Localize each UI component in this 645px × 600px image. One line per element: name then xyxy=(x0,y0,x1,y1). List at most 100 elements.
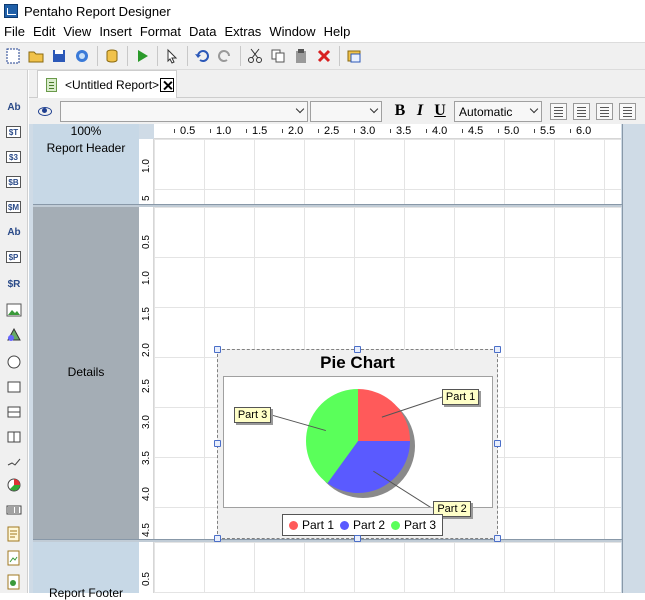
barcode-icon[interactable] xyxy=(4,501,24,519)
cut-icon[interactable] xyxy=(244,46,265,67)
resize-handle[interactable] xyxy=(214,535,221,542)
menu-view[interactable]: View xyxy=(59,22,95,42)
palette-text-field[interactable]: $T xyxy=(6,126,21,138)
italic-button[interactable]: I xyxy=(410,101,430,121)
survey-scale-icon[interactable] xyxy=(4,453,24,471)
palette-date-field[interactable]: $B xyxy=(6,176,21,188)
format-toolbar: B I U Automatic xyxy=(29,98,645,124)
save-icon[interactable] xyxy=(48,46,69,67)
tab-label: <Untitled Report> xyxy=(65,77,160,92)
vertical-ruler-footer: 0.5 xyxy=(139,542,154,593)
chart-plot-area: Part 1 Part 2 Part 3 xyxy=(223,376,493,518)
palette-resource-label[interactable]: Ab xyxy=(4,223,24,241)
ruler-tick-label: 1.5 xyxy=(141,307,152,321)
ruler-tick-label: 0.5 xyxy=(141,572,152,586)
ruler-tick-label: 2.5 xyxy=(324,125,340,137)
resize-handle[interactable] xyxy=(354,535,361,542)
ellipse-icon[interactable] xyxy=(4,353,24,371)
menu-edit[interactable]: Edit xyxy=(29,22,59,42)
legend-swatch xyxy=(391,520,401,530)
color-select[interactable]: Automatic xyxy=(454,100,542,122)
band-label-details[interactable]: Details xyxy=(33,207,139,540)
subreport-chart-icon[interactable] xyxy=(4,573,24,591)
align-center-icon[interactable] xyxy=(573,102,590,120)
slice-label: Part 3 xyxy=(233,406,272,423)
resize-handle[interactable] xyxy=(214,440,221,447)
eye-icon[interactable] xyxy=(38,106,52,116)
resize-handle[interactable] xyxy=(494,440,501,447)
legend-label: Part 3 xyxy=(404,518,437,532)
horizontal-ruler: 0.5 1.0 1.5 2.0 2.5 3.0 3.5 4.0 4.5 5.0 5.5 6.0 xyxy=(154,124,621,139)
ruler-tick-mark xyxy=(318,129,319,133)
resize-handle[interactable] xyxy=(494,535,501,542)
palette-label[interactable]: Ab xyxy=(4,98,24,116)
ruler-tick-label: 2.5 xyxy=(141,379,152,393)
align-justify-icon[interactable] xyxy=(619,102,636,120)
resize-handle[interactable] xyxy=(354,346,361,353)
resize-handle[interactable] xyxy=(494,346,501,353)
band-label-report-header[interactable]: Report Header xyxy=(33,139,139,205)
new-report-icon[interactable] xyxy=(2,46,23,67)
ruler-tick-mark xyxy=(570,129,571,133)
redo-icon[interactable] xyxy=(214,46,235,67)
image-field-icon[interactable] xyxy=(4,301,24,319)
ruler-tick-mark xyxy=(426,129,427,133)
select-pointer-icon[interactable] xyxy=(161,46,182,67)
menu-file[interactable]: File xyxy=(0,22,29,42)
menu-extras[interactable]: Extras xyxy=(220,22,265,42)
bold-button[interactable]: B xyxy=(390,101,410,121)
palette-number-field[interactable]: $3 xyxy=(6,151,21,163)
pie-slice-1 xyxy=(358,389,410,441)
palette-resource-field[interactable]: $P xyxy=(6,251,21,263)
align-left-icon[interactable] xyxy=(550,102,567,120)
undo-icon[interactable] xyxy=(191,46,212,67)
chart-icon[interactable] xyxy=(4,476,24,494)
horizontal-line-icon[interactable] xyxy=(4,403,24,421)
ruler-tick-label: 3.5 xyxy=(396,125,412,137)
menu-insert[interactable]: Insert xyxy=(95,22,136,42)
font-size-select[interactable] xyxy=(310,100,382,122)
right-panel xyxy=(622,124,645,593)
vertical-line-icon[interactable] xyxy=(4,428,24,446)
main-toolbar xyxy=(0,42,645,70)
align-right-icon[interactable] xyxy=(596,102,613,120)
underline-button[interactable]: U xyxy=(430,101,450,121)
tab-untitled-report[interactable]: <Untitled Report> xyxy=(37,70,177,98)
rectangle-icon[interactable] xyxy=(4,378,24,396)
ruler-tick-label: 1.0 xyxy=(216,125,232,137)
close-tab-icon[interactable] xyxy=(160,77,175,92)
band-label-report-footer[interactable]: Report Footer xyxy=(33,542,139,600)
font-family-select[interactable] xyxy=(60,100,308,122)
menu-data[interactable]: Data xyxy=(185,22,220,42)
ruler-tick-label: 3.0 xyxy=(360,125,376,137)
ruler-tick-label: 4.5 xyxy=(468,125,484,137)
menu-format[interactable]: Format xyxy=(136,22,185,42)
resize-handle[interactable] xyxy=(214,346,221,353)
report-header-band[interactable] xyxy=(154,139,621,205)
subreport-icon[interactable] xyxy=(4,525,24,543)
palette-resource-message[interactable]: $R xyxy=(4,275,24,293)
ruler-tick-mark xyxy=(498,129,499,133)
run-icon[interactable] xyxy=(131,46,152,67)
chart-element[interactable]: Pie Chart Part 1 Part 2 Part 3 Part 1 Part … xyxy=(214,346,501,542)
palette-message-field[interactable]: $M xyxy=(6,201,21,213)
subreport-image-icon[interactable] xyxy=(4,549,24,567)
toolbar-divider xyxy=(157,46,158,66)
image-icon[interactable] xyxy=(4,326,24,344)
legend-item: Part 1 xyxy=(289,518,334,532)
ruler-tick-mark xyxy=(246,129,247,133)
menu-window[interactable]: Window xyxy=(265,22,319,42)
window-title: Pentaho Report Designer xyxy=(24,3,171,19)
preview-icon[interactable] xyxy=(71,46,92,67)
delete-icon[interactable] xyxy=(313,46,334,67)
legend-label: Part 2 xyxy=(353,518,386,532)
color-value: Automatic xyxy=(459,104,513,119)
menu-help[interactable]: Help xyxy=(320,22,355,42)
copy-icon[interactable] xyxy=(267,46,288,67)
open-folder-icon[interactable] xyxy=(25,46,46,67)
publish-icon[interactable] xyxy=(343,46,364,67)
ruler-tick-label: 1.0 xyxy=(141,271,152,285)
paste-icon[interactable] xyxy=(290,46,311,67)
data-source-icon[interactable] xyxy=(101,46,122,67)
report-footer-band[interactable] xyxy=(154,542,621,593)
